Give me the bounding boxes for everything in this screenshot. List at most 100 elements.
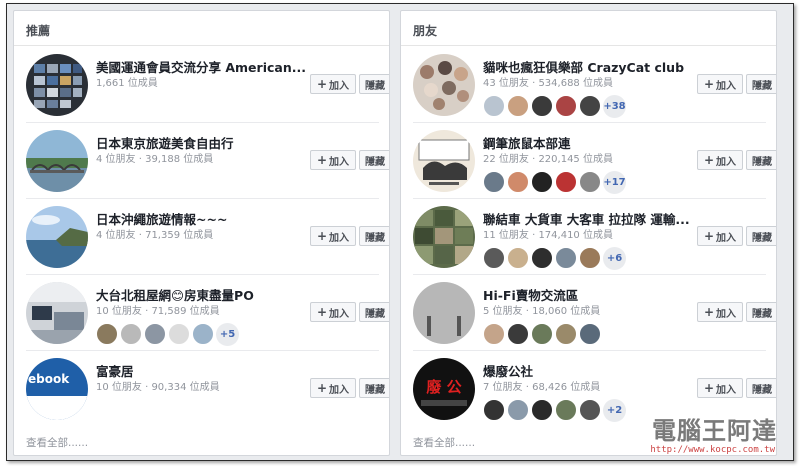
group-name[interactable]: 爆廢公社 <box>483 364 693 380</box>
group-row[interactable]: 鋼筆旅鼠本部連 22 位朋友 · 220,145 位成員 +17 + 加入 隱藏 <box>401 123 776 199</box>
plus-icon: + <box>703 77 715 91</box>
group-meta: 10 位朋友 · 90,334 位成員 <box>96 382 220 393</box>
hide-button[interactable]: 隱藏 <box>359 378 389 398</box>
friend-avatar[interactable] <box>531 247 553 269</box>
friend-avatar[interactable] <box>579 171 601 193</box>
hide-button[interactable]: 隱藏 <box>746 150 776 170</box>
group-name[interactable]: 大台北租屋網😊房東盡量PO <box>96 288 306 304</box>
group-name[interactable]: 聯結車 大貨車 大客車 拉拉隊 運輸... <box>483 212 693 228</box>
friend-avatar[interactable] <box>579 247 601 269</box>
friend-avatar[interactable] <box>483 247 505 269</box>
group-row[interactable]: 日本東京旅遊美食自由行 4 位朋友 · 39,188 位成員 + 加入 隱藏 <box>14 123 389 199</box>
group-avatar[interactable] <box>413 206 475 268</box>
group-row[interactable]: ebook 富豪居 10 位朋友 · 90,334 位成員 + 加入 隱藏 <box>14 351 389 427</box>
friend-avatar[interactable] <box>507 171 529 193</box>
group-avatar[interactable] <box>26 282 88 344</box>
friend-avatar[interactable] <box>483 399 505 421</box>
more-friends-count[interactable]: +2 <box>603 398 626 422</box>
join-label: 加入 <box>329 156 350 168</box>
friend-avatar[interactable] <box>507 247 529 269</box>
friend-avatar[interactable] <box>555 247 577 269</box>
friend-avatar[interactable] <box>531 171 553 193</box>
group-name[interactable]: 鋼筆旅鼠本部連 <box>483 136 693 152</box>
friend-avatar[interactable] <box>531 399 553 421</box>
hide-button[interactable]: 隱藏 <box>746 378 776 398</box>
hide-label: 隱藏 <box>365 156 385 168</box>
more-friends-count[interactable]: +5 <box>216 322 239 346</box>
friend-avatars: +38 <box>483 94 693 118</box>
friend-avatar[interactable] <box>555 399 577 421</box>
group-name[interactable]: 日本東京旅遊美食自由行 <box>96 136 306 152</box>
friend-avatar[interactable] <box>120 323 142 345</box>
friend-avatar[interactable] <box>555 171 577 193</box>
join-button[interactable]: + 加入 <box>310 74 356 94</box>
hide-button[interactable]: 隱藏 <box>359 150 389 170</box>
friend-avatar[interactable] <box>579 323 601 345</box>
friend-avatar[interactable] <box>96 323 118 345</box>
group-name[interactable]: 日本沖繩旅遊情報~~~ <box>96 212 306 228</box>
join-button[interactable]: + 加入 <box>310 302 356 322</box>
join-button[interactable]: + 加入 <box>697 150 743 170</box>
friend-avatar[interactable] <box>144 323 166 345</box>
friend-avatars: +6 <box>483 246 693 270</box>
more-friends-count[interactable]: +38 <box>603 94 626 118</box>
group-avatar[interactable]: 廢 公 <box>413 358 475 420</box>
friend-avatar[interactable] <box>531 95 553 117</box>
group-row[interactable]: 美國運通會員交流分享 American... 1,661 位成員 + 加入 隱藏 <box>14 47 389 123</box>
group-row[interactable]: 貓咪也瘋狂俱樂部 CrazyCat club 43 位朋友 · 534,688 … <box>401 47 776 123</box>
group-name[interactable]: 富豪居 <box>96 364 306 380</box>
group-avatar[interactable] <box>413 54 475 116</box>
group-name[interactable]: 美國運通會員交流分享 American... <box>96 60 306 76</box>
group-row[interactable]: 聯結車 大貨車 大客車 拉拉隊 運輸... 11 位朋友 · 174,410 位… <box>401 199 776 275</box>
group-avatar[interactable] <box>26 54 88 116</box>
friend-avatar[interactable] <box>192 323 214 345</box>
see-all-link[interactable]: 查看全部...... <box>14 427 389 455</box>
group-row[interactable]: 大台北租屋網😊房東盡量PO 10 位朋友 · 71,589 位成員 +5 + 加入… <box>14 275 389 351</box>
plus-icon: + <box>703 153 715 167</box>
group-name[interactable]: 貓咪也瘋狂俱樂部 CrazyCat club <box>483 60 693 76</box>
friend-avatar[interactable] <box>483 171 505 193</box>
group-avatar[interactable] <box>26 130 88 192</box>
friends-groups-panel: 朋友 貓咪也瘋狂俱樂部 CrazyCat club 43 位朋友 · 534,6… <box>400 10 777 456</box>
friend-avatar[interactable] <box>579 399 601 421</box>
friend-avatar[interactable] <box>507 399 529 421</box>
join-button[interactable]: + 加入 <box>697 302 743 322</box>
more-friends-count[interactable]: +17 <box>603 170 626 194</box>
friend-avatar[interactable] <box>168 323 190 345</box>
group-avatar[interactable] <box>26 206 88 268</box>
friend-avatar[interactable] <box>555 323 577 345</box>
hide-button[interactable]: 隱藏 <box>746 302 776 322</box>
hide-button[interactable]: 隱藏 <box>746 226 776 246</box>
site-watermark: 電腦王阿達 http://www.kocpc.com.tw <box>650 411 777 455</box>
join-button[interactable]: + 加入 <box>697 378 743 398</box>
friend-avatars: +17 <box>483 170 693 194</box>
friend-avatar[interactable] <box>483 323 505 345</box>
join-button[interactable]: + 加入 <box>697 226 743 246</box>
group-name[interactable]: Hi-Fi賣物交流區 <box>483 288 693 304</box>
friend-avatar[interactable] <box>483 95 505 117</box>
hide-button[interactable]: 隱藏 <box>359 226 389 246</box>
group-avatar[interactable] <box>413 282 475 344</box>
group-meta: 1,661 位成員 <box>96 78 158 89</box>
hide-button[interactable]: 隱藏 <box>359 74 389 94</box>
friend-avatar[interactable] <box>531 323 553 345</box>
join-button[interactable]: + 加入 <box>310 226 356 246</box>
join-button[interactable]: + 加入 <box>310 378 356 398</box>
join-button[interactable]: + 加入 <box>310 150 356 170</box>
friend-avatar[interactable] <box>555 95 577 117</box>
more-friends-count[interactable]: +6 <box>603 246 626 270</box>
friend-avatar[interactable] <box>579 95 601 117</box>
group-meta: 43 位朋友 · 534,688 位成員 <box>483 78 613 89</box>
panel-title: 朋友 <box>401 11 776 46</box>
hide-button[interactable]: 隱藏 <box>746 74 776 94</box>
group-row[interactable]: Hi-Fi賣物交流區 5 位朋友 · 18,060 位成員 + 加入 隱藏 <box>401 275 776 351</box>
friend-avatar[interactable] <box>507 323 529 345</box>
join-label: 加入 <box>329 232 350 244</box>
group-row[interactable]: 日本沖繩旅遊情報~~~ 4 位朋友 · 71,359 位成員 + 加入 隱藏 <box>14 199 389 275</box>
group-avatar[interactable]: ebook <box>26 358 88 420</box>
group-avatar[interactable] <box>413 130 475 192</box>
join-button[interactable]: + 加入 <box>697 74 743 94</box>
suggested-groups-panel: 推薦 美國運通會員交流分享 American... 1,661 位成員 + 加入 … <box>13 10 390 456</box>
friend-avatar[interactable] <box>507 95 529 117</box>
hide-button[interactable]: 隱藏 <box>359 302 389 322</box>
